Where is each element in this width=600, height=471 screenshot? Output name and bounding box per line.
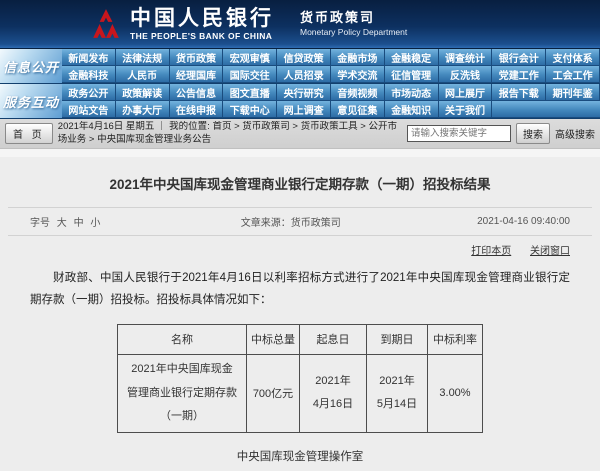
bank-title-block: 中国人民银行 THE PEOPLE'S BANK OF CHINA bbox=[130, 8, 274, 41]
nav-item-party-building[interactable]: 党建工作 bbox=[492, 66, 546, 83]
maturity-date-line1: 2021年 bbox=[369, 370, 425, 394]
article-source: 文章来源：货币政策司 bbox=[241, 214, 341, 229]
bank-name-cn: 中国人民银行 bbox=[130, 8, 274, 29]
nav-item-audio-video[interactable]: 音频视频 bbox=[331, 84, 385, 101]
nav-section-services: 服务互动 政务公开 政策解读 公告信息 图文直播 央行研究 音频视频 市场动态 … bbox=[0, 84, 600, 119]
col-header-maturity-date: 到期日 bbox=[367, 324, 428, 354]
signature-office: 中央国库现金管理操作室 bbox=[0, 448, 600, 464]
cell-maturity-date: 2021年 5月14日 bbox=[367, 354, 428, 432]
nav-item-renminbi[interactable]: 人民币 bbox=[116, 66, 170, 83]
nav-item-macroprudential[interactable]: 宏观审慎 bbox=[223, 49, 277, 66]
cell-rate: 3.00% bbox=[428, 354, 483, 432]
breadcrumb-bar: 首 页 2021年4月16日 星期五 ｜ 我的位置: 首页 > 货币政策司 > … bbox=[0, 119, 600, 149]
table-header-row: 名称 中标总量 起息日 到期日 中标利率 bbox=[118, 324, 483, 354]
nav-label-services: 服务互动 bbox=[0, 84, 62, 118]
nav-item-academic-exchange[interactable]: 学术交流 bbox=[331, 66, 385, 83]
nav-item-payment-systems[interactable]: 支付体系 bbox=[546, 49, 600, 66]
col-header-rate: 中标利率 bbox=[428, 324, 483, 354]
close-window-link[interactable]: 关闭窗口 bbox=[530, 246, 570, 257]
cell-deposit-name: 2021年中央国库现金 管理商业银行定期存款 （一期） bbox=[118, 354, 247, 432]
font-size-controls: 字号 大 中 小 bbox=[30, 214, 104, 229]
start-date-line2: 4月16日 bbox=[302, 393, 364, 417]
font-size-medium-button[interactable]: 中 bbox=[74, 218, 84, 229]
article-meta-row: 字号 大 中 小 文章来源：货币政策司 2021-04-16 09:40:00 bbox=[8, 207, 592, 236]
nav-item-news[interactable]: 新闻发布 bbox=[62, 49, 116, 66]
font-size-large-button[interactable]: 大 bbox=[57, 218, 67, 229]
nav-label-info-disclosure: 信息公开 bbox=[0, 49, 62, 83]
article-tools: 打印本页 关闭窗口 bbox=[0, 236, 600, 257]
nav-item-online-exhibition[interactable]: 网上展厅 bbox=[439, 84, 493, 101]
table-row: 2021年中央国库现金 管理商业银行定期存款 （一期） 700亿元 2021年 … bbox=[118, 354, 483, 432]
nav-item-bank-accounting[interactable]: 银行会计 bbox=[492, 49, 546, 66]
nav-item-credit-policy[interactable]: 信贷政策 bbox=[277, 49, 331, 66]
cell-start-date: 2021年 4月16日 bbox=[300, 354, 367, 432]
nav-item-site-notices[interactable]: 网站文告 bbox=[62, 101, 116, 118]
content-spacer bbox=[0, 149, 600, 157]
nav-item-periodicals[interactable]: 期刊年鉴 bbox=[546, 84, 600, 101]
nav-section-info-disclosure: 信息公开 新闻发布 法律法规 货币政策 宏观审慎 信贷政策 金融市场 金融稳定 … bbox=[0, 49, 600, 84]
bid-results-table: 名称 中标总量 起息日 到期日 中标利率 2021年中央国库现金 管理商业银行定… bbox=[117, 324, 483, 433]
nav-item-policy-interpretation[interactable]: 政策解读 bbox=[116, 84, 170, 101]
nav-item-online-filing[interactable]: 在线申报 bbox=[170, 101, 224, 118]
nav-item-report-download[interactable]: 报告下载 bbox=[492, 84, 546, 101]
print-page-link[interactable]: 打印本页 bbox=[471, 246, 511, 257]
home-button[interactable]: 首 页 bbox=[5, 123, 53, 144]
nav-item-financial-stability[interactable]: 金融稳定 bbox=[385, 49, 439, 66]
nav-item-labor-union[interactable]: 工会工作 bbox=[546, 66, 600, 83]
start-date-line1: 2021年 bbox=[302, 370, 364, 394]
nav-item-international[interactable]: 国际交往 bbox=[223, 66, 277, 83]
nav-item-treasury[interactable]: 经理国库 bbox=[170, 66, 224, 83]
nav-item-anti-money-laundering[interactable]: 反洗钱 bbox=[439, 66, 493, 83]
deposit-name-line3: （一期） bbox=[120, 405, 244, 429]
nav-item-download-center[interactable]: 下载中心 bbox=[223, 101, 277, 118]
nav-item-market-dynamics[interactable]: 市场动态 bbox=[385, 84, 439, 101]
nav-item-financial-knowledge[interactable]: 金融知识 bbox=[385, 101, 439, 118]
breadcrumb: 2021年4月16日 星期五 ｜ 我的位置: 首页 > 货币政策司 > 货币政策… bbox=[58, 121, 402, 147]
cell-amount: 700亿元 bbox=[247, 354, 300, 432]
site-header: 中国人民银行 THE PEOPLE'S BANK OF CHINA 货币政策司 … bbox=[0, 0, 600, 48]
col-header-amount: 中标总量 bbox=[247, 324, 300, 354]
nav-item-recruitment[interactable]: 人员招录 bbox=[277, 66, 331, 83]
bank-name-en: THE PEOPLE'S BANK OF CHINA bbox=[130, 31, 274, 41]
nav-item-gov-affairs[interactable]: 政务公开 bbox=[62, 84, 116, 101]
maturity-date-line2: 5月14日 bbox=[369, 393, 425, 417]
department-name-cn: 货币政策司 bbox=[300, 11, 407, 25]
nav-item-solicit-opinions[interactable]: 意见征集 bbox=[331, 101, 385, 118]
breadcrumb-date: 2021年4月16日 星期五 ｜ 我的位置: bbox=[58, 121, 213, 132]
nav-item-credit-reporting[interactable]: 征信管理 bbox=[385, 66, 439, 83]
nav-item-online-survey[interactable]: 网上调查 bbox=[277, 101, 331, 118]
nav-item-statistics[interactable]: 调查统计 bbox=[439, 49, 493, 66]
col-header-start-date: 起息日 bbox=[300, 324, 367, 354]
department-block: 货币政策司 Monetary Policy Department bbox=[288, 11, 407, 37]
nav-item-service-hall[interactable]: 办事大厅 bbox=[116, 101, 170, 118]
advanced-search-link[interactable]: 高级搜索 bbox=[555, 126, 595, 141]
nav-item-announcements[interactable]: 公告信息 bbox=[170, 84, 224, 101]
article-content: 2021年中央国库现金管理商业银行定期存款（一期）招投标结果 字号 大 中 小 … bbox=[0, 157, 600, 452]
article-datetime: 2021-04-16 09:40:00 bbox=[477, 216, 570, 227]
deposit-name-line1: 2021年中央国库现金 bbox=[120, 358, 244, 382]
page-title: 2021年中央国库现金管理商业银行定期存款（一期）招投标结果 bbox=[0, 157, 600, 207]
nav-item-live-broadcast[interactable]: 图文直播 bbox=[223, 84, 277, 101]
pboc-logo-icon bbox=[92, 8, 120, 40]
search-input[interactable] bbox=[407, 125, 511, 142]
department-name-en: Monetary Policy Department bbox=[300, 27, 407, 37]
nav-item-laws[interactable]: 法律法规 bbox=[116, 49, 170, 66]
nav-filler bbox=[492, 101, 600, 118]
nav-item-financial-markets[interactable]: 金融市场 bbox=[331, 49, 385, 66]
col-header-name: 名称 bbox=[118, 324, 247, 354]
search-button[interactable]: 搜索 bbox=[516, 123, 550, 144]
font-size-small-button[interactable]: 小 bbox=[90, 218, 100, 229]
nav-item-fintech[interactable]: 金融科技 bbox=[62, 66, 116, 83]
main-navigation: 信息公开 新闻发布 法律法规 货币政策 宏观审慎 信贷政策 金融市场 金融稳定 … bbox=[0, 48, 600, 119]
nav-item-about-us[interactable]: 关于我们 bbox=[439, 101, 493, 118]
nav-item-monetary-policy[interactable]: 货币政策 bbox=[170, 49, 224, 66]
deposit-name-line2: 管理商业银行定期存款 bbox=[120, 382, 244, 406]
article-body: 财政部、中国人民银行于2021年4月16日以利率招标方式进行了2021年中央国库… bbox=[30, 267, 570, 312]
font-size-label: 字号 bbox=[30, 218, 50, 229]
nav-item-research[interactable]: 央行研究 bbox=[277, 84, 331, 101]
